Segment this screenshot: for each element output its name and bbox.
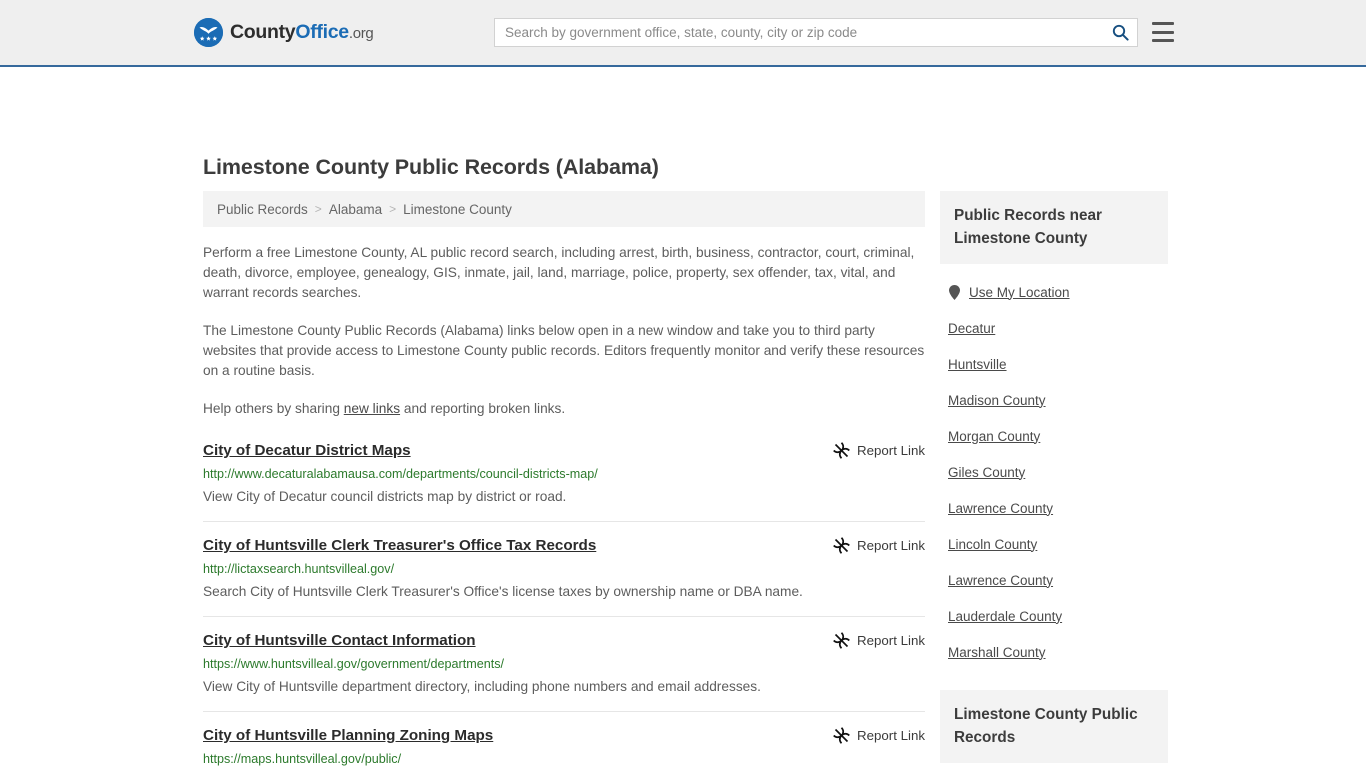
result-url[interactable]: https://www.huntsvilleal.gov/government/… bbox=[203, 656, 925, 673]
result-header: City of Decatur District Maps Report Lin… bbox=[203, 441, 925, 461]
nearby-link-row-lawrence-county-2[interactable]: Lawrence County bbox=[940, 562, 1168, 598]
logo-text-county: County bbox=[230, 21, 296, 43]
nearby-link-morgan-county[interactable]: Morgan County bbox=[948, 429, 1040, 444]
report-link-button[interactable]: Report Link bbox=[833, 536, 925, 554]
result-item: City of Huntsville Clerk Treasurer's Off… bbox=[203, 536, 925, 617]
breadcrumb-item-limestone-county: Limestone County bbox=[403, 201, 512, 217]
hamburger-menu-icon[interactable] bbox=[1152, 22, 1174, 42]
search-box[interactable] bbox=[494, 18, 1138, 47]
result-item: City of Huntsville Planning Zoning Maps … bbox=[203, 726, 925, 768]
nearby-link-row-lincoln-county[interactable]: Lincoln County bbox=[940, 526, 1168, 562]
search-input[interactable] bbox=[495, 25, 1103, 40]
map-pin-icon bbox=[948, 284, 960, 300]
broken-link-icon bbox=[833, 632, 850, 649]
nearby-link-row-lawrence-county[interactable]: Lawrence County bbox=[940, 490, 1168, 526]
site-logo[interactable]: CountyOffice.org bbox=[194, 18, 374, 47]
nearby-link-madison-county[interactable]: Madison County bbox=[948, 393, 1046, 408]
intro-paragraph-3: Help others by sharing new links and rep… bbox=[203, 399, 925, 419]
logo-text-office: Office bbox=[295, 21, 349, 43]
result-url[interactable]: http://www.decaturalabamausa.com/departm… bbox=[203, 466, 925, 483]
result-description: View City of Decatur council districts m… bbox=[203, 489, 567, 504]
search-button[interactable] bbox=[1103, 19, 1137, 46]
records-links-list: Arrest Records Search Birth Records Sear… bbox=[940, 763, 1168, 768]
broken-link-icon bbox=[833, 537, 850, 554]
breadcrumb: Public Records > Alabama > Limestone Cou… bbox=[203, 191, 925, 227]
nearby-panel-title: Public Records near Limestone County bbox=[940, 191, 1168, 264]
result-title-link[interactable]: City of Huntsville Contact Information bbox=[203, 631, 476, 651]
nearby-link-huntsville[interactable]: Huntsville bbox=[948, 357, 1007, 372]
nearby-link-row-decatur[interactable]: Decatur bbox=[940, 310, 1168, 346]
hamburger-bar-2 bbox=[1152, 30, 1174, 34]
report-link-label: Report Link bbox=[857, 633, 925, 648]
result-item: City of Huntsville Contact Information R… bbox=[203, 631, 925, 712]
intro-share-pre: Help others by sharing bbox=[203, 401, 344, 416]
nearby-link-row-marshall-county[interactable]: Marshall County bbox=[940, 634, 1168, 670]
logo-wordmark: CountyOffice.org bbox=[230, 21, 374, 44]
breadcrumb-separator-1: > bbox=[314, 202, 322, 216]
broken-link-icon bbox=[833, 727, 850, 744]
hamburger-bar-1 bbox=[1152, 22, 1174, 25]
result-header: City of Huntsville Planning Zoning Maps … bbox=[203, 726, 925, 746]
result-title-link[interactable]: City of Huntsville Clerk Treasurer's Off… bbox=[203, 536, 596, 556]
report-link-button[interactable]: Report Link bbox=[833, 726, 925, 744]
breadcrumb-item-public-records[interactable]: Public Records bbox=[217, 202, 308, 217]
records-panel-title: Limestone County Public Records bbox=[940, 690, 1168, 763]
intro-share-post: and reporting broken links. bbox=[400, 401, 566, 416]
nearby-link-giles-county[interactable]: Giles County bbox=[948, 465, 1025, 480]
report-link-label: Report Link bbox=[857, 538, 925, 553]
result-description: Search City of Huntsville Clerk Treasure… bbox=[203, 584, 803, 599]
intro-paragraph-2: The Limestone County Public Records (Ala… bbox=[203, 323, 925, 378]
nearby-link-row-lauderdale-county[interactable]: Lauderdale County bbox=[940, 598, 1168, 634]
result-url[interactable]: https://maps.huntsvilleal.gov/public/ bbox=[203, 751, 925, 768]
result-description: View City of Huntsville department direc… bbox=[203, 679, 761, 694]
breadcrumb-separator-2: > bbox=[389, 202, 397, 216]
result-item: City of Decatur District Maps Report Lin… bbox=[203, 441, 925, 522]
use-my-location-link[interactable]: Use My Location bbox=[969, 285, 1070, 300]
report-link-label: Report Link bbox=[857, 443, 925, 458]
result-url[interactable]: http://lictaxsearch.huntsvilleal.gov/ bbox=[203, 561, 925, 578]
breadcrumb-item-alabama[interactable]: Alabama bbox=[329, 202, 382, 217]
hamburger-bar-3 bbox=[1152, 39, 1174, 42]
intro-text: Perform a free Limestone County, AL publ… bbox=[203, 243, 925, 419]
report-link-button[interactable]: Report Link bbox=[833, 631, 925, 649]
new-links-link[interactable]: new links bbox=[344, 401, 400, 416]
result-title-link[interactable]: City of Decatur District Maps bbox=[203, 441, 411, 461]
results-list: City of Decatur District Maps Report Lin… bbox=[203, 441, 925, 768]
nearby-link-row-giles-county[interactable]: Giles County bbox=[940, 454, 1168, 490]
nearby-link-marshall-county[interactable]: Marshall County bbox=[948, 645, 1046, 660]
report-link-button[interactable]: Report Link bbox=[833, 441, 925, 459]
site-header: CountyOffice.org bbox=[0, 0, 1366, 67]
nearby-link-decatur[interactable]: Decatur bbox=[948, 321, 995, 336]
nearby-link-row-madison-county[interactable]: Madison County bbox=[940, 382, 1168, 418]
nearby-link-lincoln-county[interactable]: Lincoln County bbox=[948, 537, 1037, 552]
report-link-label: Report Link bbox=[857, 728, 925, 743]
main-content: Public Records > Alabama > Limestone Cou… bbox=[203, 191, 925, 768]
result-header: City of Huntsville Clerk Treasurer's Off… bbox=[203, 536, 925, 556]
nearby-link-lawrence-county-2[interactable]: Lawrence County bbox=[948, 573, 1053, 588]
nearby-link-row-morgan-county[interactable]: Morgan County bbox=[940, 418, 1168, 454]
broken-link-icon bbox=[833, 442, 850, 459]
result-header: City of Huntsville Contact Information R… bbox=[203, 631, 925, 651]
search-icon bbox=[1112, 24, 1129, 41]
nearby-links-list: Use My Location Decatur Huntsville Madis… bbox=[940, 264, 1168, 670]
eagle-seal-icon bbox=[194, 18, 223, 47]
page-title: Limestone County Public Records (Alabama… bbox=[203, 155, 659, 179]
nearby-link-row-huntsville[interactable]: Huntsville bbox=[940, 346, 1168, 382]
nearby-link-lauderdale-county[interactable]: Lauderdale County bbox=[948, 609, 1062, 624]
result-title-link[interactable]: City of Huntsville Planning Zoning Maps bbox=[203, 726, 493, 746]
nearby-link-lawrence-county[interactable]: Lawrence County bbox=[948, 501, 1053, 516]
intro-paragraph-1: Perform a free Limestone County, AL publ… bbox=[203, 245, 915, 300]
sidebar: Public Records near Limestone County Use… bbox=[940, 191, 1168, 768]
use-my-location-row[interactable]: Use My Location bbox=[940, 274, 1168, 310]
logo-text-org: .org bbox=[348, 25, 374, 42]
